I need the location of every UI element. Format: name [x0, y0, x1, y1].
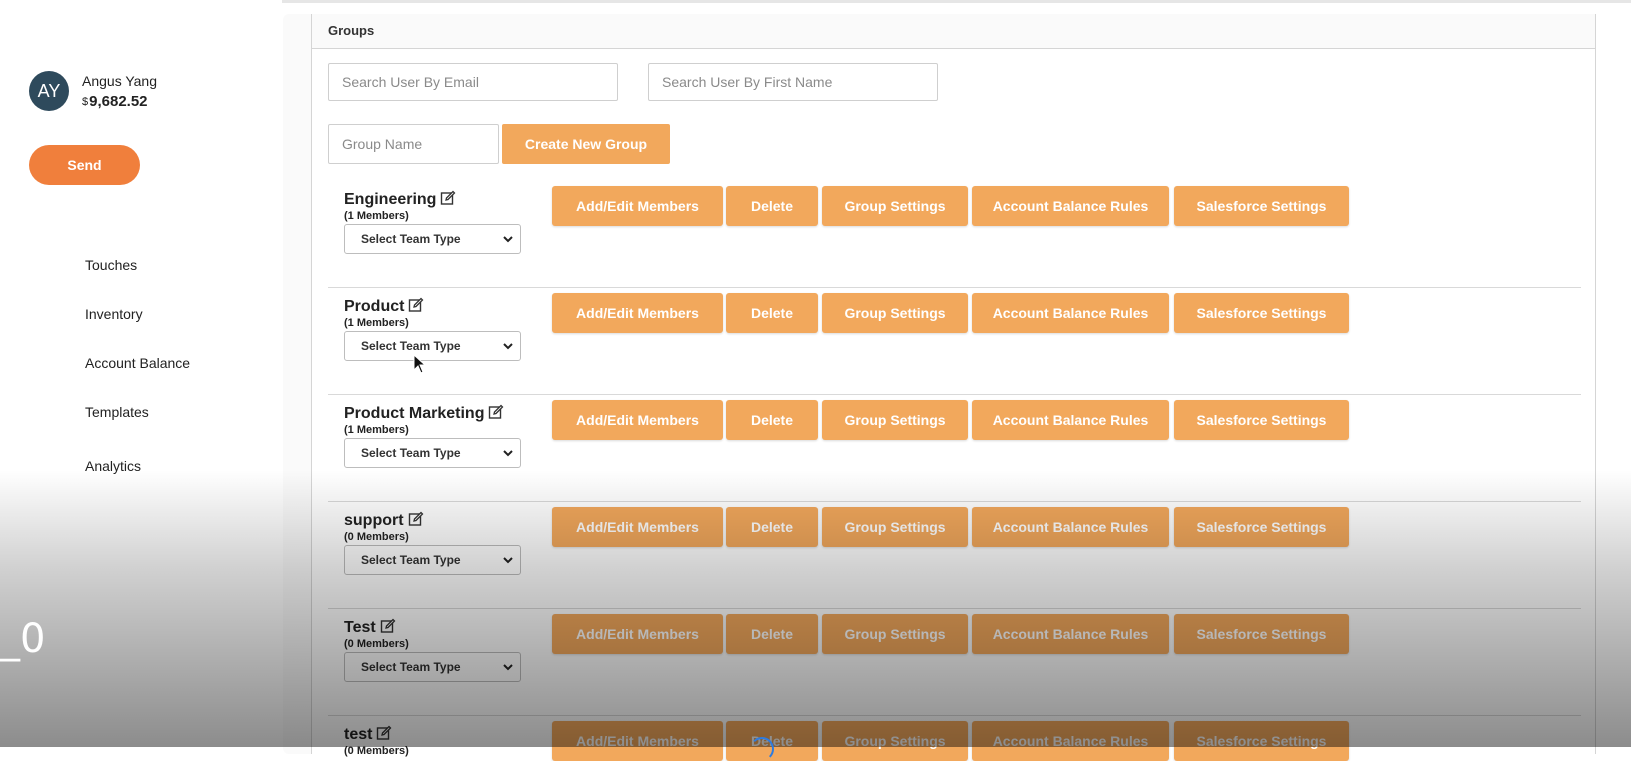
account-balance-rules-button[interactable]: Account Balance Rules: [972, 614, 1169, 654]
delete-button[interactable]: Delete: [726, 186, 818, 226]
salesforce-settings-button[interactable]: Salesforce Settings: [1174, 721, 1349, 761]
add-edit-members-button[interactable]: Add/Edit Members: [552, 614, 723, 654]
group-settings-button[interactable]: Group Settings: [822, 186, 968, 226]
mouse-cursor-icon: [413, 353, 427, 379]
page-title: Groups: [328, 23, 375, 38]
delete-button[interactable]: Delete: [726, 293, 818, 333]
add-edit-members-button[interactable]: Add/Edit Members: [552, 293, 723, 333]
group-row: support (0 Members) Select Team Type Add…: [328, 501, 1581, 609]
member-count: (1 Members): [344, 210, 409, 222]
chevron-down-icon: [502, 340, 514, 355]
chevron-down-icon: [502, 447, 514, 462]
member-count: (1 Members): [344, 424, 409, 436]
group-settings-button[interactable]: Group Settings: [822, 614, 968, 654]
team-type-select[interactable]: Select Team Type: [344, 545, 521, 575]
user-balance: $9,682.52: [82, 93, 148, 110]
sidebar-item-inventory[interactable]: Inventory: [85, 306, 143, 322]
edit-icon[interactable]: [376, 725, 392, 746]
group-settings-button[interactable]: Group Settings: [822, 293, 968, 333]
add-edit-members-button[interactable]: Add/Edit Members: [552, 721, 723, 761]
salesforce-settings-button[interactable]: Salesforce Settings: [1174, 507, 1349, 547]
send-button[interactable]: Send: [29, 145, 140, 185]
team-type-select[interactable]: Select Team Type: [344, 652, 521, 682]
sidebar-item-analytics[interactable]: Analytics: [85, 458, 141, 474]
group-name: test: [344, 725, 392, 746]
group-row: Product (1 Members) Select Team Type Add…: [328, 287, 1581, 395]
team-type-select[interactable]: Select Team Type: [344, 438, 521, 468]
delete-button[interactable]: Delete: [726, 507, 818, 547]
search-firstname-input[interactable]: [648, 63, 938, 101]
sidebar-item-account-balance[interactable]: Account Balance: [85, 355, 190, 371]
currency-symbol: $: [82, 96, 89, 108]
account-balance-rules-button[interactable]: Account Balance Rules: [972, 400, 1169, 440]
edit-icon[interactable]: [380, 618, 396, 639]
group-row: test (0 Members) Add/Edit Members Delete…: [328, 715, 1581, 761]
overlay-text: _0: [0, 616, 46, 662]
search-email-input[interactable]: [328, 63, 618, 101]
add-edit-members-button[interactable]: Add/Edit Members: [552, 186, 723, 226]
user-name: Angus Yang: [82, 73, 157, 89]
group-settings-button[interactable]: Group Settings: [822, 400, 968, 440]
edit-icon[interactable]: [408, 297, 424, 318]
salesforce-settings-button[interactable]: Salesforce Settings: [1174, 186, 1349, 226]
group-name: Engineering: [344, 190, 456, 211]
delete-button[interactable]: Delete: [726, 400, 818, 440]
group-row: Test (0 Members) Select Team Type Add/Ed…: [328, 608, 1581, 716]
chevron-down-icon: [502, 233, 514, 248]
member-count: (0 Members): [344, 638, 409, 650]
account-balance-rules-button[interactable]: Account Balance Rules: [972, 721, 1169, 761]
team-type-select[interactable]: Select Team Type: [344, 331, 521, 361]
account-balance-rules-button[interactable]: Account Balance Rules: [972, 507, 1169, 547]
salesforce-settings-button[interactable]: Salesforce Settings: [1174, 614, 1349, 654]
add-edit-members-button[interactable]: Add/Edit Members: [552, 507, 723, 547]
sidebar-item-touches[interactable]: Touches: [85, 257, 137, 273]
chevron-down-icon: [502, 661, 514, 676]
group-row: Engineering (1 Members) Select Team Type…: [328, 180, 1581, 288]
groups-card: Groups Create New Group Engineering (1 M…: [311, 14, 1596, 761]
loading-spinner-icon: [750, 737, 774, 761]
chevron-down-icon: [502, 554, 514, 569]
group-row: Product Marketing (1 Members) Select Tea…: [328, 394, 1581, 502]
group-settings-button[interactable]: Group Settings: [822, 721, 968, 761]
avatar[interactable]: AY: [29, 71, 69, 111]
group-name: support: [344, 511, 424, 532]
edit-icon[interactable]: [488, 404, 504, 425]
card-header: Groups: [312, 14, 1595, 49]
group-name: Test: [344, 618, 396, 639]
delete-button[interactable]: Delete: [726, 614, 818, 654]
create-group-button[interactable]: Create New Group: [502, 124, 670, 164]
account-balance-rules-button[interactable]: Account Balance Rules: [972, 186, 1169, 226]
group-settings-button[interactable]: Group Settings: [822, 507, 968, 547]
group-name-input[interactable]: [328, 124, 499, 164]
edit-icon[interactable]: [440, 190, 456, 211]
add-edit-members-button[interactable]: Add/Edit Members: [552, 400, 723, 440]
edit-icon[interactable]: [408, 511, 424, 532]
group-name: Product: [344, 297, 424, 318]
member-count: (0 Members): [344, 531, 409, 543]
team-type-select[interactable]: Select Team Type: [344, 224, 521, 254]
sidebar-item-templates[interactable]: Templates: [85, 404, 149, 420]
salesforce-settings-button[interactable]: Salesforce Settings: [1174, 400, 1349, 440]
group-name: Product Marketing: [344, 404, 504, 425]
salesforce-settings-button[interactable]: Salesforce Settings: [1174, 293, 1349, 333]
balance-amount: 9,682.52: [89, 93, 148, 110]
account-balance-rules-button[interactable]: Account Balance Rules: [972, 293, 1169, 333]
member-count: (1 Members): [344, 317, 409, 329]
